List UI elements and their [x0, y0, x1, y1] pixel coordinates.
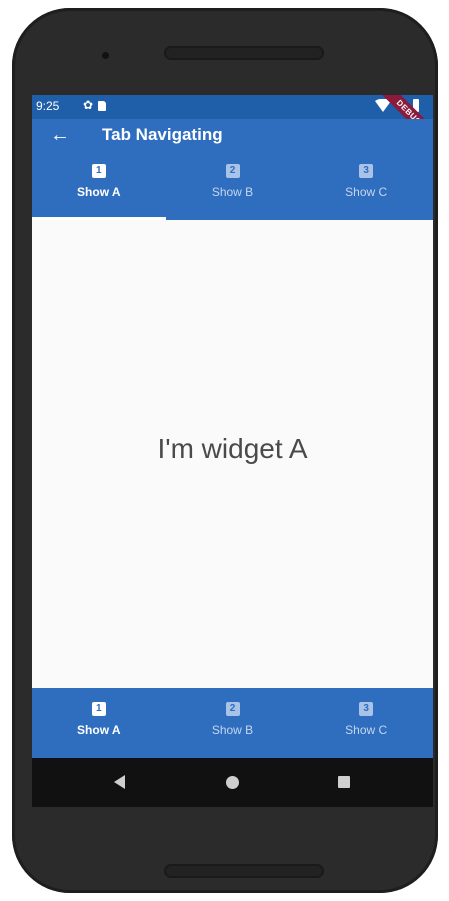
front-camera	[102, 52, 109, 59]
number-2-icon: 2	[225, 164, 240, 178]
tab-content: I'm widget A	[32, 220, 433, 688]
widget-text: I'm widget A	[157, 433, 308, 464]
bottom-tab-show-a[interactable]: 1 Show A	[32, 688, 166, 758]
tab-show-b[interactable]: 2 Show B	[166, 158, 300, 220]
bottom-tab-bar: 1 Show A 2 Show B 3 Show C	[32, 688, 433, 758]
settings-gear-icon: ✿	[83, 98, 94, 112]
tab-label: Show B	[211, 185, 254, 199]
number-2-icon: 2	[225, 702, 240, 716]
home-circle-icon[interactable]	[226, 776, 239, 789]
number-3-icon: 3	[359, 702, 374, 716]
bottom-speaker	[164, 864, 324, 878]
tab-label: Show A	[77, 723, 121, 737]
tab-label: Show A	[77, 185, 121, 199]
device-screen: 9:25 ✿ DEBUG ← Tab Navigating 1 Show A 2…	[32, 95, 433, 807]
bottom-tab-show-c[interactable]: 3 Show C	[299, 688, 433, 758]
recents-square-icon[interactable]	[338, 776, 350, 788]
tab-show-c[interactable]: 3 Show C	[299, 158, 433, 220]
status-time: 9:25	[36, 99, 60, 113]
bottom-tab-show-b[interactable]: 2 Show B	[166, 688, 300, 758]
sd-card-icon	[98, 101, 106, 111]
system-nav-bar	[32, 758, 433, 807]
tab-label: Show C	[345, 723, 388, 737]
tab-label: Show C	[345, 185, 388, 199]
number-1-icon: 1	[91, 702, 106, 716]
number-1-icon: 1	[91, 164, 106, 178]
number-3-icon: 3	[359, 164, 374, 178]
status-bar: 9:25 ✿ DEBUG	[32, 95, 433, 150]
top-tab-bar: 1 Show A 2 Show B 3 Show C	[32, 158, 433, 220]
app-bar: ← Tab Navigating 1 Show A 2 Show B 3 Sho…	[32, 119, 433, 220]
tab-show-a[interactable]: 1 Show A	[32, 158, 166, 220]
back-triangle-icon[interactable]	[114, 775, 125, 789]
page-title: Tab Navigating	[102, 125, 223, 144]
top-speaker	[164, 46, 324, 60]
tab-label: Show B	[211, 723, 254, 737]
arrow-back-icon[interactable]: ←	[50, 125, 70, 145]
